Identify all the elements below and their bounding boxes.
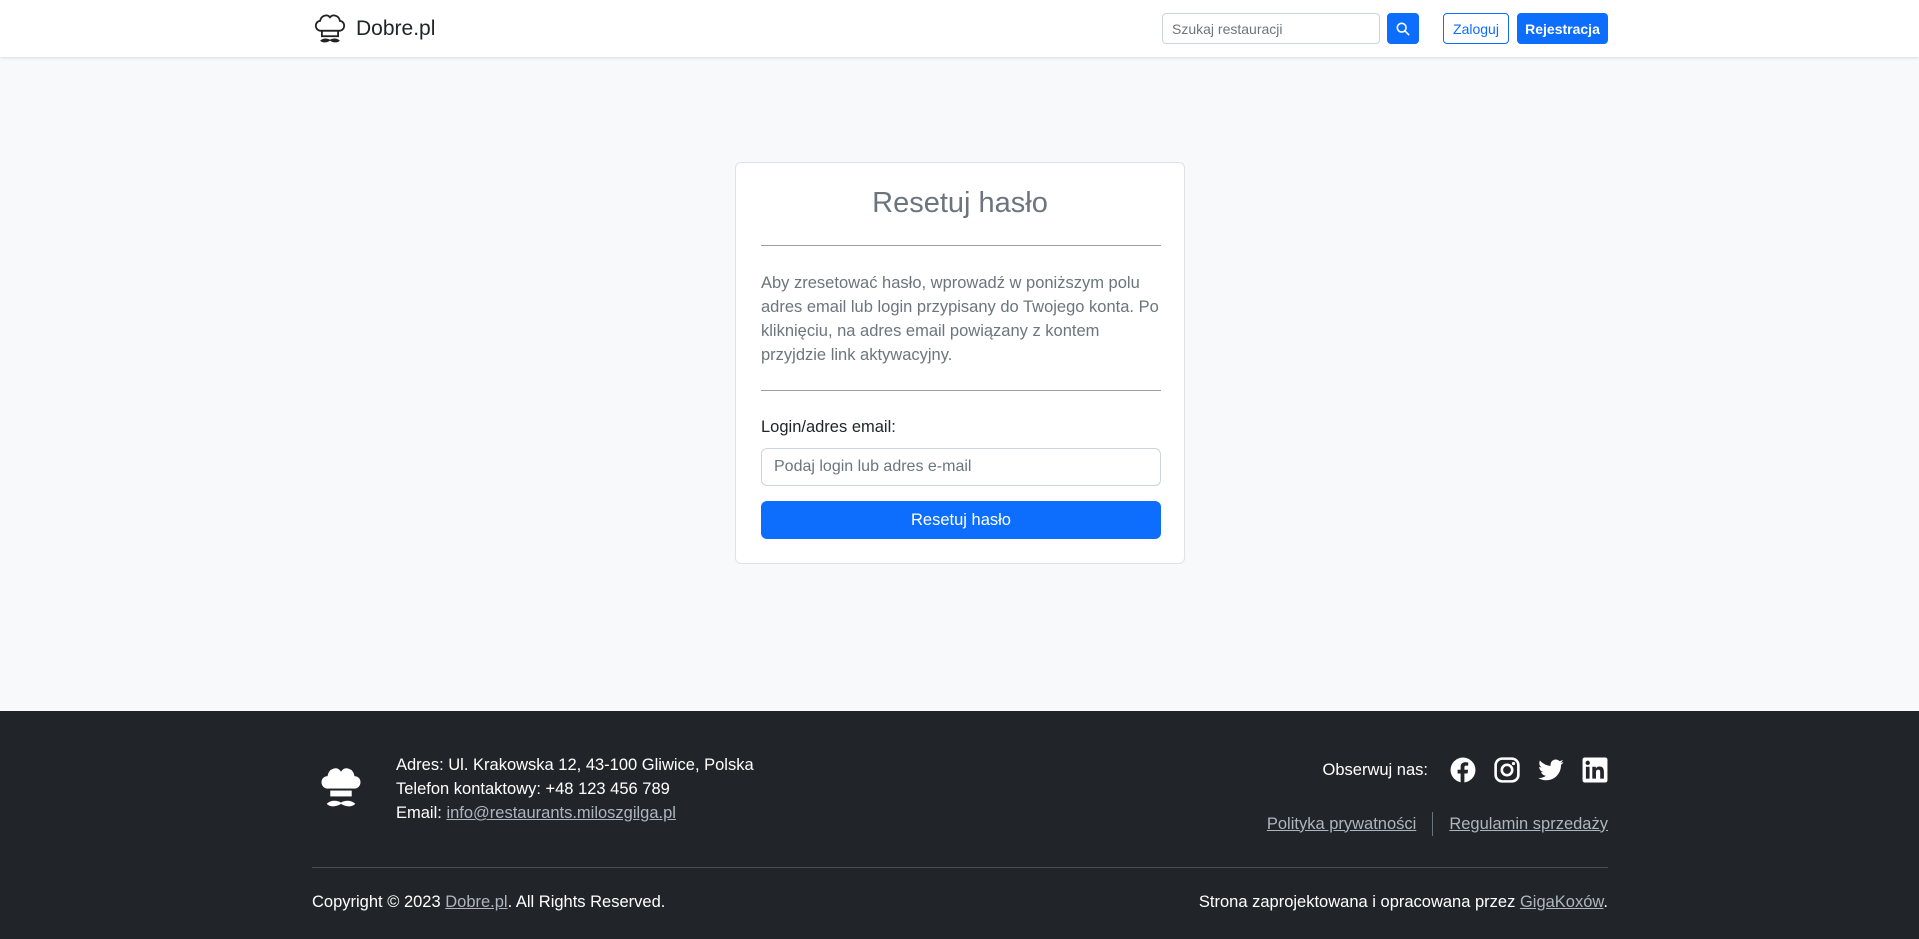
login-email-label: Login/adres email: (761, 418, 896, 436)
twitter-icon[interactable] (1538, 757, 1564, 783)
brand-link[interactable]: Dobre.pl (312, 10, 435, 48)
copyright-suffix: . All Rights Reserved. (507, 893, 666, 911)
privacy-policy-link[interactable]: Polityka prywatności (1267, 815, 1416, 834)
page-title: Resetuj hasło (872, 187, 1048, 219)
search-icon (1396, 22, 1410, 35)
register-button[interactable]: Rejestracja (1517, 13, 1608, 44)
instagram-icon[interactable] (1494, 757, 1520, 783)
designed-suffix: . (1603, 893, 1608, 911)
follow-label: Obserwuj nas: (1322, 760, 1428, 779)
footer-contact-info: Adres: Ul. Krakowska 12, 43-100 Gliwice,… (396, 753, 754, 825)
footer: Adres: Ul. Krakowska 12, 43-100 Gliwice,… (0, 711, 1919, 939)
linkedin-icon[interactable] (1582, 757, 1608, 783)
terms-of-sale-link[interactable]: Regulamin sprzedaży (1449, 815, 1608, 834)
reset-password-card: Resetuj hasło Aby zresetować hasło, wpro… (735, 162, 1185, 564)
link-divider (1432, 812, 1434, 836)
footer-email-row: Email: info@restaurants.miloszgilga.pl (396, 801, 754, 825)
footer-email-link[interactable]: info@restaurants.miloszgilga.pl (446, 804, 676, 822)
designed-by-text: Strona zaprojektowana i opracowana przez… (1199, 893, 1608, 912)
copyright-text: Copyright © 2023 Dobre.pl. All Rights Re… (312, 893, 665, 912)
footer-divider (312, 867, 1608, 868)
facebook-icon[interactable] (1450, 757, 1476, 783)
login-button[interactable]: Zaloguj (1443, 13, 1509, 44)
divider (761, 390, 1161, 391)
designer-link[interactable]: GigaKoxów (1520, 893, 1603, 911)
chef-hat-logo-icon (314, 14, 346, 43)
footer-phone: Telefon kontaktowy: +48 123 456 789 (396, 780, 670, 798)
login-email-input[interactable] (761, 448, 1161, 486)
divider (761, 245, 1161, 246)
reset-instructions: Aby zresetować hasło, wprowadź w poniższ… (761, 274, 1159, 364)
footer-legal-links: Polityka prywatności Regulamin sprzedaży (1267, 812, 1608, 836)
footer-email-label: Email: (396, 804, 447, 822)
brand-name: Dobre.pl (356, 17, 436, 40)
reset-password-button[interactable]: Resetuj hasło (761, 501, 1161, 539)
social-follow: Obserwuj nas: (1323, 755, 1608, 785)
footer-address: Adres: Ul. Krakowska 12, 43-100 Gliwice,… (396, 756, 754, 774)
restaurant-search-input[interactable] (1162, 13, 1380, 44)
designed-prefix: Strona zaprojektowana i opracowana przez (1198, 893, 1520, 911)
chef-hat-logo-icon (319, 766, 363, 807)
copyright-site-link[interactable]: Dobre.pl (445, 893, 507, 911)
search-button[interactable] (1387, 13, 1419, 44)
top-navbar: Dobre.pl Zaloguj Rejestracja (0, 0, 1919, 57)
copyright-prefix: Copyright © 2023 (312, 893, 446, 911)
